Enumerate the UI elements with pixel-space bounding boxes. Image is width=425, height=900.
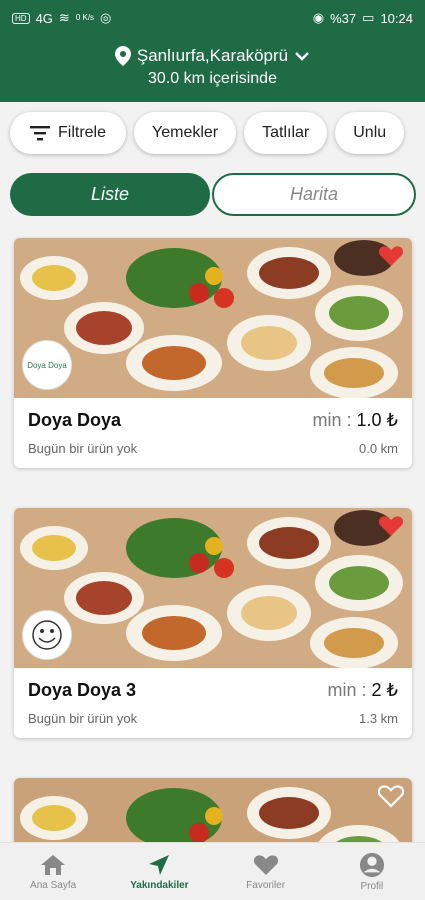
nav-home[interactable]: Ana Sayfa [0,843,106,900]
network-speed: 0 K/s [75,13,95,22]
signal-icon: 4G [35,10,53,26]
min-price: min : 2 ₺ [327,680,399,700]
distance: 0.0 km [358,441,398,456]
wifi-icon: ≋ [58,10,70,25]
whatsapp-icon: ◎ [100,10,112,25]
hd-indicator: HD [12,12,30,24]
nav-profile[interactable]: Profil [319,843,425,900]
nav-profile-label: Profil [360,880,384,892]
category-chips: Filtrele Yemekler Tatlılar Unlu [10,112,405,154]
favorite-heart-outline-icon[interactable] [378,784,404,808]
home-icon [41,854,66,875]
bottom-navigation: Ana Sayfa Yakındakiler Favoriler Profil [0,842,425,900]
restaurant-logo: Doya Doya [22,340,72,390]
chip-unlu[interactable]: Unlu [335,112,405,154]
view-toggle: Liste Harita [10,173,416,216]
filter-icon [30,126,50,141]
restaurant-name: Doya Doya [28,410,122,430]
distance: 1.3 km [358,711,398,726]
map-tab[interactable]: Harita [212,173,416,216]
status-bar: HD 4G ≋ 0 K/s ◎ ◉ %37 ▭ 10:24 [0,0,425,36]
filter-chip[interactable]: Filtrele [10,112,127,154]
filter-label: Filtrele [58,124,107,141]
food-image [14,508,412,668]
eye-icon: ◉ [312,10,325,25]
location-header[interactable]: Şanlıurfa,Karaköprü 30.0 km içerisinde [0,36,425,102]
location-radius: 30.0 km içerisinde [148,70,277,87]
navigation-icon [149,854,170,875]
profile-icon [359,852,384,877]
favorite-heart-icon[interactable] [378,514,404,538]
availability-text: Bugün bir ürün yok [28,441,138,456]
nav-nearby[interactable]: Yakındakiler [106,843,212,900]
nav-nearby-label: Yakındakiler [130,879,189,891]
availability-text: Bugün bir ürün yok [28,711,138,726]
nav-home-label: Ana Sayfa [30,879,77,891]
heart-icon [253,854,278,875]
location-city: Şanlıurfa,Karaköprü [136,46,289,65]
battery-percent: %37 [330,10,357,26]
clock: 10:24 [380,10,413,26]
nav-favorites-label: Favoriler [246,879,286,891]
restaurant-card[interactable]: Doya Doya Doya Doya min : 1.0 ₺ Bugün bi… [14,238,412,468]
battery-icon: ▭ [362,10,375,25]
nav-favorites[interactable]: Favoriler [213,843,319,900]
restaurant-card[interactable]: Doya Doya 3 min : 2 ₺ Bugün bir ürün yok… [14,508,412,738]
food-image: Doya Doya [14,238,412,398]
location-pin-icon [114,46,131,66]
chip-tatlilar[interactable]: Tatlılar [244,112,328,154]
restaurant-name: Doya Doya 3 [28,680,137,700]
min-price: min : 1.0 ₺ [312,410,398,430]
list-tab[interactable]: Liste [10,173,210,216]
restaurant-logo [22,610,72,660]
chip-yemekler[interactable]: Yemekler [134,112,237,154]
favorite-heart-icon[interactable] [378,244,404,268]
chevron-down-icon[interactable] [294,51,310,61]
